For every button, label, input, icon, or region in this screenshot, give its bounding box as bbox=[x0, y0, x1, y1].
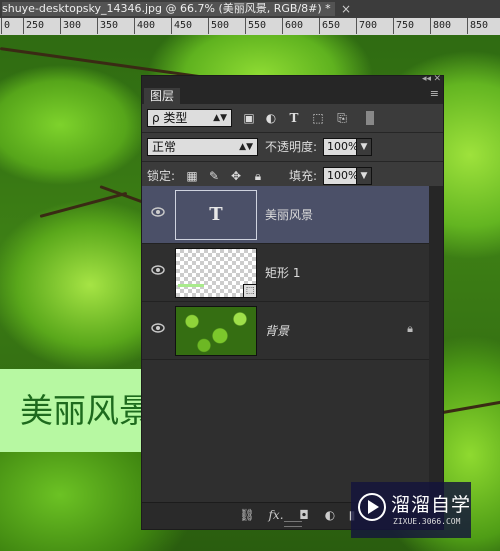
layer-row-shape[interactable]: ⬚ 矩形 1 bbox=[142, 244, 429, 302]
filter-kind-label: ρ 类型 bbox=[152, 111, 188, 125]
chevron-down-icon: ▲▼ bbox=[213, 113, 227, 123]
layer-row-background[interactable]: 背景 🔒︎ bbox=[142, 302, 429, 360]
eye-icon[interactable] bbox=[151, 322, 165, 336]
lock-move-icon[interactable]: ✥ bbox=[228, 168, 244, 184]
fx-icon[interactable]: fx. bbox=[266, 506, 286, 524]
ruler-tick: 700 bbox=[355, 18, 378, 34]
fill-value: 100% bbox=[327, 169, 359, 182]
watermark-url: ZIXUE.3066.COM bbox=[393, 517, 461, 526]
ruler-tick: 250 bbox=[22, 18, 45, 34]
layer-list: T 美丽风景 ⬚ 矩形 1 背景 🔒︎ bbox=[142, 186, 429, 504]
adjustment-layer-icon[interactable]: ◐ bbox=[320, 506, 340, 524]
panel-tab-strip: 图层 ≡ bbox=[142, 86, 443, 104]
play-logo-icon bbox=[358, 493, 386, 521]
branch-shape bbox=[39, 191, 128, 218]
background-layer-thumbnail bbox=[175, 306, 257, 356]
fill-field[interactable]: 100% ▼ bbox=[323, 167, 372, 185]
lock-label: 锁定: bbox=[147, 169, 176, 183]
eye-icon[interactable] bbox=[151, 264, 165, 278]
image-filter-icon[interactable]: ▣ bbox=[241, 110, 257, 126]
lock-brush-icon[interactable]: ✎ bbox=[206, 168, 222, 184]
link-layers-icon[interactable]: ⛓ bbox=[237, 506, 257, 524]
ruler-tick: 500 bbox=[207, 18, 230, 34]
layer-filter-row: ρ 类型 ▲▼ ▣ ◐ T ⬚ ⎘ bbox=[142, 104, 443, 133]
ruler-tick: 450 bbox=[170, 18, 193, 34]
tab-layers[interactable]: 图层 bbox=[144, 88, 181, 104]
panel-menu-icon[interactable]: ≡ bbox=[430, 87, 439, 100]
adjustment-filter-icon[interactable]: ◐ bbox=[263, 110, 279, 126]
watermark-title: 溜溜自学 bbox=[391, 494, 472, 516]
layer-name[interactable]: 矩形 1 bbox=[265, 264, 300, 281]
collapse-icon[interactable]: ◂◂ bbox=[422, 74, 431, 84]
eye-icon[interactable] bbox=[151, 206, 165, 220]
ruler-tick: 650 bbox=[318, 18, 341, 34]
layer-row-text[interactable]: T 美丽风景 bbox=[142, 186, 429, 244]
document-tab-bar: shuye-desktopsky_14346.jpg @ 66.7% (美丽风景… bbox=[0, 0, 500, 18]
horizontal-ruler: 0 250 300 350 400 450 500 550 600 650 70… bbox=[0, 18, 500, 35]
filter-toggle-icon[interactable] bbox=[366, 111, 374, 125]
ruler-tick: 800 bbox=[429, 18, 452, 34]
fill-dropdown-icon[interactable]: ▼ bbox=[356, 167, 372, 185]
shape-layer-thumbnail: ⬚ bbox=[175, 248, 257, 298]
smartobject-filter-icon[interactable]: ⎘ bbox=[334, 110, 350, 126]
lock-icon[interactable]: 🔒︎ bbox=[407, 322, 413, 336]
watermark: 溜溜自学 ZIXUE.3066.COM bbox=[351, 482, 471, 538]
vector-mask-icon: ⬚ bbox=[243, 284, 257, 298]
shape-filter-icon[interactable]: ⬚ bbox=[310, 110, 326, 126]
ruler-tick: 400 bbox=[133, 18, 156, 34]
ruler-tick: 750 bbox=[392, 18, 415, 34]
fill-label: 填充: bbox=[289, 169, 318, 183]
opacity-value: 100% bbox=[327, 140, 359, 153]
ruler-tick: 600 bbox=[281, 18, 304, 34]
text-layer-thumbnail: T bbox=[175, 190, 257, 240]
opacity-label: 不透明度: bbox=[265, 140, 318, 154]
blend-mode-dropdown[interactable]: 正常 ▲▼ bbox=[147, 138, 258, 156]
ruler-ticks: 0 250 300 350 400 450 500 550 600 650 70… bbox=[0, 18, 500, 35]
shape-preview-bar bbox=[178, 284, 204, 287]
lock-transparent-icon[interactable]: ▦ bbox=[184, 168, 200, 184]
ruler-tick: 300 bbox=[59, 18, 82, 34]
ruler-tick: 850 bbox=[466, 18, 489, 34]
type-filter-icon[interactable]: T bbox=[286, 110, 302, 126]
ruler-tick: 350 bbox=[96, 18, 119, 34]
opacity-dropdown-icon[interactable]: ▼ bbox=[356, 138, 372, 156]
chevron-down-icon: ▲▼ bbox=[239, 142, 253, 152]
blend-mode-label: 正常 bbox=[152, 140, 177, 154]
opacity-field[interactable]: 100% ▼ bbox=[323, 138, 372, 156]
document-close-icon[interactable]: × bbox=[338, 1, 354, 17]
filter-kind-dropdown[interactable]: ρ 类型 ▲▼ bbox=[147, 109, 232, 127]
layer-name[interactable]: 背景 bbox=[265, 322, 289, 339]
ruler-tick: 0 bbox=[0, 18, 11, 34]
ruler-tick: 550 bbox=[244, 18, 267, 34]
panel-topbar: ◂◂ ✕ bbox=[142, 74, 443, 86]
layers-panel: ◂◂ ✕ 图层 ≡ ρ 类型 ▲▼ ▣ ◐ T ⬚ ⎘ 正常 ▲▼ 不透明度: … bbox=[141, 74, 444, 530]
resize-grip[interactable] bbox=[284, 521, 302, 527]
panel-close-icon[interactable]: ✕ bbox=[433, 74, 441, 84]
blend-mode-row: 正常 ▲▼ 不透明度: 100% ▼ bbox=[142, 133, 443, 162]
document-tab-title[interactable]: shuye-desktopsky_14346.jpg @ 66.7% (美丽风景… bbox=[2, 2, 335, 16]
lock-all-icon[interactable]: 🔒︎ bbox=[250, 168, 266, 184]
layer-list-scrollbar[interactable] bbox=[429, 186, 443, 504]
layer-name[interactable]: 美丽风景 bbox=[265, 206, 313, 223]
